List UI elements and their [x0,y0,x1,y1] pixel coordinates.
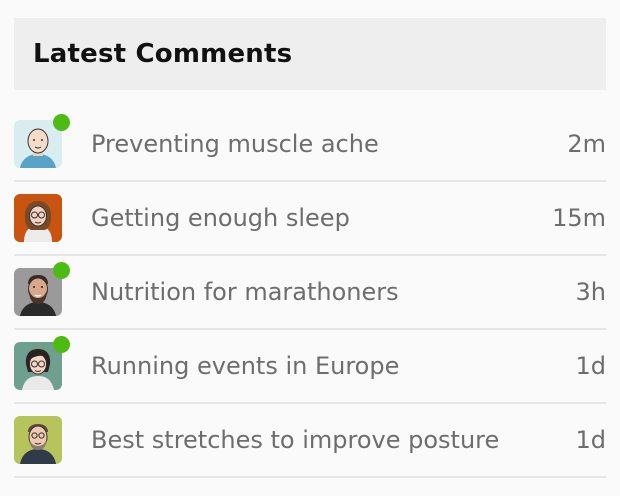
widget-title: Latest Comments [33,39,293,69]
widget-header: Latest Comments [14,18,606,90]
avatar[interactable] [14,194,62,242]
avatar-container [14,336,70,390]
comment-time: 1d [575,426,606,454]
online-status-dot [53,262,70,279]
latest-comments-widget: Latest Comments Preventing muscle ache 2… [14,18,606,478]
list-item[interactable]: Best stretches to improve posture 1d [14,404,606,478]
comment-time: 1d [575,352,606,380]
list-item[interactable]: Preventing muscle ache 2m [14,108,606,182]
avatar-container [14,416,62,464]
online-status-dot [53,336,70,353]
avatar-container [14,114,70,168]
list-item[interactable]: Getting enough sleep 15m [14,182,606,256]
comment-title[interactable]: Running events in Europe [91,352,575,380]
comment-time: 3h [575,278,606,306]
list-item[interactable]: Running events in Europe 1d [14,330,606,404]
comment-time: 2m [567,130,606,158]
comment-title[interactable]: Preventing muscle ache [91,130,567,158]
comment-title[interactable]: Nutrition for marathoners [91,278,576,306]
avatar-container [14,262,70,316]
comment-title[interactable]: Getting enough sleep [91,204,552,232]
comment-time: 15m [552,204,606,232]
avatar-container [14,194,62,242]
online-status-dot [53,114,70,131]
comment-list: Preventing muscle ache 2m Getting enough… [14,108,606,478]
list-item[interactable]: Nutrition for marathoners 3h [14,256,606,330]
avatar[interactable] [14,416,62,464]
comment-title[interactable]: Best stretches to improve posture [91,426,575,454]
